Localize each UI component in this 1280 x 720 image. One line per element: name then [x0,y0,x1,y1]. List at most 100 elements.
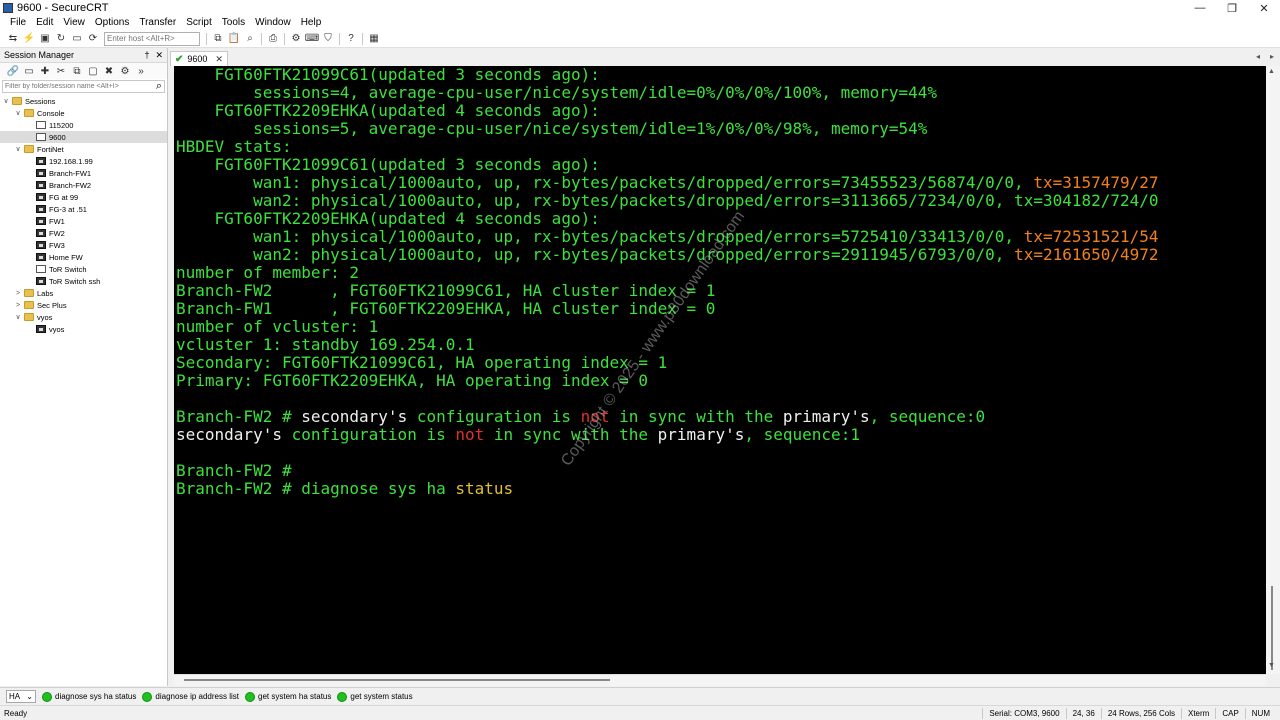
terminal-output[interactable]: FGT60FTK21099C61(updated 3 seconds ago):… [174,66,1266,674]
enter-host-input[interactable] [104,31,200,46]
session-tree-label: 192.168.1.99 [49,156,93,166]
session-tree-item[interactable]: ∨ FortiNet [0,143,167,155]
session-tree-item[interactable]: vyos [0,323,167,335]
expand-toggle-icon[interactable]: ∨ [14,145,22,153]
session-tree-item[interactable]: ∨ vyos [0,311,167,323]
session-tree-item[interactable]: Branch-FW2 [0,179,167,191]
expand-toggle-icon[interactable]: ∨ [14,109,22,117]
expand-toggle-icon[interactable]: ∨ [14,313,22,321]
terminal-text: number of member: 2 [176,263,360,282]
settings-gear-icon[interactable]: ⚙ [289,32,303,46]
session-tree-item[interactable]: FW1 [0,215,167,227]
connect-icon[interactable]: ⇆ [6,32,20,46]
link-icon[interactable]: 🔗 [6,64,20,78]
close-panel-icon[interactable]: ✕ [155,50,163,61]
close-tab-icon[interactable]: ✕ [215,54,223,65]
maximize-button[interactable]: ❐ [1216,0,1248,16]
sftp-icon[interactable]: ⛉ [321,32,335,46]
disconnect-icon[interactable]: ▭ [70,32,84,46]
status-num: NUM [1244,708,1276,719]
session-tree-item[interactable]: FG at 99 [0,191,167,203]
session-tree-item[interactable]: Home FW [0,251,167,263]
reconnect-all-icon[interactable]: ⟳ [86,32,100,46]
cut-icon[interactable]: ✂ [54,64,68,78]
toolbar-separator [284,32,285,45]
session-tree-item[interactable]: 9600 [0,131,167,143]
session-tree-item[interactable]: 115200 [0,119,167,131]
ssh-session-icon [36,217,46,225]
cmd-button-get-system-status[interactable]: get system status [337,691,413,702]
vertical-scrollbar[interactable]: ▲ ▼ [1266,66,1280,674]
keygen-icon[interactable]: ▦ [367,32,381,46]
green-dot-icon [337,691,348,702]
menu-script[interactable]: Script [181,16,217,30]
connect-tab-icon[interactable]: ▣ [38,32,52,46]
properties-gear-icon[interactable]: ⚙ [118,64,132,78]
session-tree-item[interactable]: > Sec Plus [0,299,167,311]
expand-toggle-icon[interactable]: > [14,302,22,309]
paste-icon[interactable]: 📋 [227,32,241,46]
session-filter: ⌕ [2,80,165,93]
session-tree-item[interactable]: ∨ Console [0,107,167,119]
session-tree-item[interactable]: ∨ Sessions [0,95,167,107]
folder-icon [24,109,34,117]
expand-toggle-icon[interactable]: ∨ [2,97,10,105]
session-tree-item[interactable]: Branch-FW1 [0,167,167,179]
tab-strip: ✔ 9600 ✕ ◂ ▸ [170,50,1280,66]
horizontal-scrollbar[interactable] [174,674,1266,686]
terminal-text: sessions=4, average-cpu-user/nice/system… [176,83,937,102]
securecrt-app-icon [3,3,13,13]
session-tree-item[interactable]: > Labs [0,287,167,299]
connected-check-icon: ✔ [175,53,184,65]
new-tab-icon[interactable]: ▭ [22,64,36,78]
menu-tools[interactable]: Tools [217,16,250,30]
menu-edit[interactable]: Edit [31,16,58,30]
session-tree-item[interactable]: ToR Switch [0,263,167,275]
reconnect-icon[interactable]: ↻ [54,32,68,46]
keymap-icon[interactable]: ⌨ [305,32,319,46]
menu-options[interactable]: Options [90,16,134,30]
paste-session-icon[interactable]: ▢ [86,64,100,78]
more-chevron-icon[interactable]: » [134,64,148,78]
serial-session-icon [36,133,46,141]
copy-icon[interactable]: ⧉ [211,32,225,46]
search-icon[interactable]: ⌕ [156,80,162,93]
menu-window[interactable]: Window [250,16,296,30]
terminal-text: primary's [782,407,870,426]
session-tree-item[interactable]: FW2 [0,227,167,239]
delete-icon[interactable]: ✖ [102,64,116,78]
menu-transfer[interactable]: Transfer [134,16,181,30]
menu-view[interactable]: View [58,16,90,30]
minimize-button[interactable]: — [1184,0,1216,16]
cmd-button-get-system-ha-status[interactable]: get system ha status [245,691,331,702]
find-icon[interactable]: ⌕ [243,32,257,46]
tab-left-icon[interactable]: ◂ [1256,52,1260,61]
session-filter-input[interactable] [5,83,145,90]
session-tree-item[interactable]: ToR Switch ssh [0,275,167,287]
green-dot-icon [245,691,255,702]
quick-connect-icon[interactable]: ⚡ [22,32,36,46]
scroll-up-icon[interactable]: ▲ [1268,68,1275,75]
copy-session-icon[interactable]: ⧉ [70,64,84,78]
scrollbar-thumb[interactable] [184,679,610,681]
new-session-icon[interactable]: ✚ [38,64,52,78]
tab-right-icon[interactable]: ▸ [1270,52,1274,61]
cmd-button-diagnose-sys-ha-status[interactable]: diagnose sys ha status [42,691,136,702]
tab-9600[interactable]: ✔ 9600 ✕ [170,51,228,66]
session-tree-item[interactable]: FW3 [0,239,167,251]
pin-icon[interactable]: † [144,50,149,61]
button-bar-select[interactable]: HA ⌄ [6,690,36,703]
terminal-text: FGT60FTK21099C61(updated 3 seconds ago): [176,66,600,84]
print-icon[interactable]: ⎙ [266,32,280,46]
menu-help[interactable]: Help [296,16,327,30]
expand-toggle-icon[interactable]: > [14,290,22,297]
session-tree-item[interactable]: FG-3 at .51 [0,203,167,215]
cmd-button-diagnose-ip-address-list[interactable]: diagnose ip address list [142,691,239,702]
scrollbar-thumb[interactable] [1271,586,1273,670]
menu-file[interactable]: File [0,16,31,30]
help-icon[interactable]: ? [344,32,358,46]
session-tree-item[interactable]: 192.168.1.99 [0,155,167,167]
scroll-down-icon[interactable]: ▼ [1268,662,1275,669]
terminal-line: wan2: physical/1000auto, up, rx-bytes/pa… [174,246,1266,264]
close-window-button[interactable]: ✕ [1248,0,1280,16]
